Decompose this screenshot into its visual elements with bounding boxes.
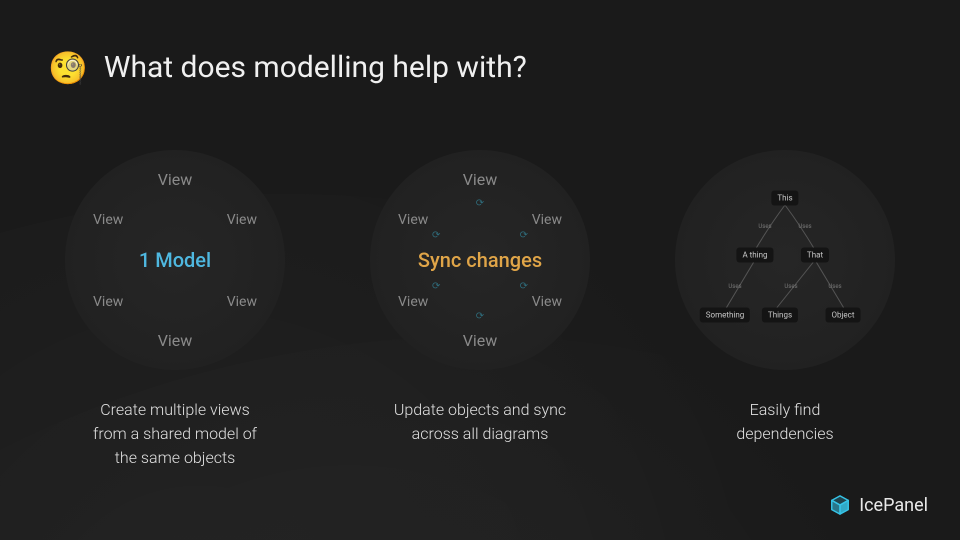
tree-node: Things bbox=[762, 308, 798, 323]
brand-name: IcePanel bbox=[859, 495, 928, 516]
panel-sync-changes-caption: Update objects and sync across all diagr… bbox=[394, 398, 566, 446]
view-label: View bbox=[93, 212, 123, 228]
view-label: View bbox=[463, 170, 498, 189]
brand-logo: IcePanel bbox=[829, 494, 928, 516]
tree-node: Something bbox=[700, 308, 750, 323]
view-label: View bbox=[158, 170, 193, 189]
tree-node: That bbox=[801, 248, 829, 263]
panel-shared-model: View View View 1 Model View View View Cr… bbox=[45, 150, 305, 470]
sync-center-label: Sync changes bbox=[418, 248, 542, 272]
view-label: View bbox=[398, 294, 428, 310]
view-label: View bbox=[532, 212, 562, 228]
panel-dependencies-caption: Easily find dependencies bbox=[736, 398, 833, 446]
model-center-label: 1 Model bbox=[139, 248, 211, 272]
tree-node: Object bbox=[826, 308, 861, 323]
edge-label: Uses bbox=[784, 283, 797, 290]
sync-icon: ⟳ bbox=[432, 230, 440, 241]
edge-label: Uses bbox=[798, 223, 811, 230]
panel-dependencies-graphic: Uses Uses Uses Uses Uses This A thing Th… bbox=[675, 150, 895, 370]
sync-icon: ⟳ bbox=[520, 281, 528, 292]
edge-label: Uses bbox=[828, 283, 841, 290]
icepanel-cube-icon bbox=[829, 494, 851, 516]
tree-node-root: This bbox=[771, 191, 798, 206]
sync-icon: ⟳ bbox=[432, 281, 440, 292]
panel-sync-changes: View View View Sync changes View View Vi… bbox=[350, 150, 610, 446]
monocle-emoji-icon: 🧐 bbox=[48, 52, 88, 84]
sync-icon: ⟳ bbox=[476, 311, 484, 322]
edge-label: Uses bbox=[728, 283, 741, 290]
panel-dependencies: Uses Uses Uses Uses Uses This A thing Th… bbox=[655, 150, 915, 446]
edge-label: Uses bbox=[758, 223, 771, 230]
view-label: View bbox=[463, 331, 498, 350]
view-label: View bbox=[93, 294, 123, 310]
view-label: View bbox=[227, 212, 257, 228]
slide-title: What does modelling help with? bbox=[104, 50, 527, 85]
view-label: View bbox=[227, 294, 257, 310]
panel-sync-changes-graphic: View View View Sync changes View View Vi… bbox=[370, 150, 590, 370]
view-label: View bbox=[158, 331, 193, 350]
view-label: View bbox=[532, 294, 562, 310]
panel-shared-model-graphic: View View View 1 Model View View View bbox=[65, 150, 285, 370]
tree-node: A thing bbox=[736, 248, 773, 263]
sync-icon: ⟳ bbox=[476, 198, 484, 209]
panel-shared-model-caption: Create multiple views from a shared mode… bbox=[93, 398, 257, 470]
sync-icon: ⟳ bbox=[520, 230, 528, 241]
dependency-tree-edges: Uses Uses Uses Uses Uses bbox=[675, 150, 895, 370]
view-label: View bbox=[398, 212, 428, 228]
